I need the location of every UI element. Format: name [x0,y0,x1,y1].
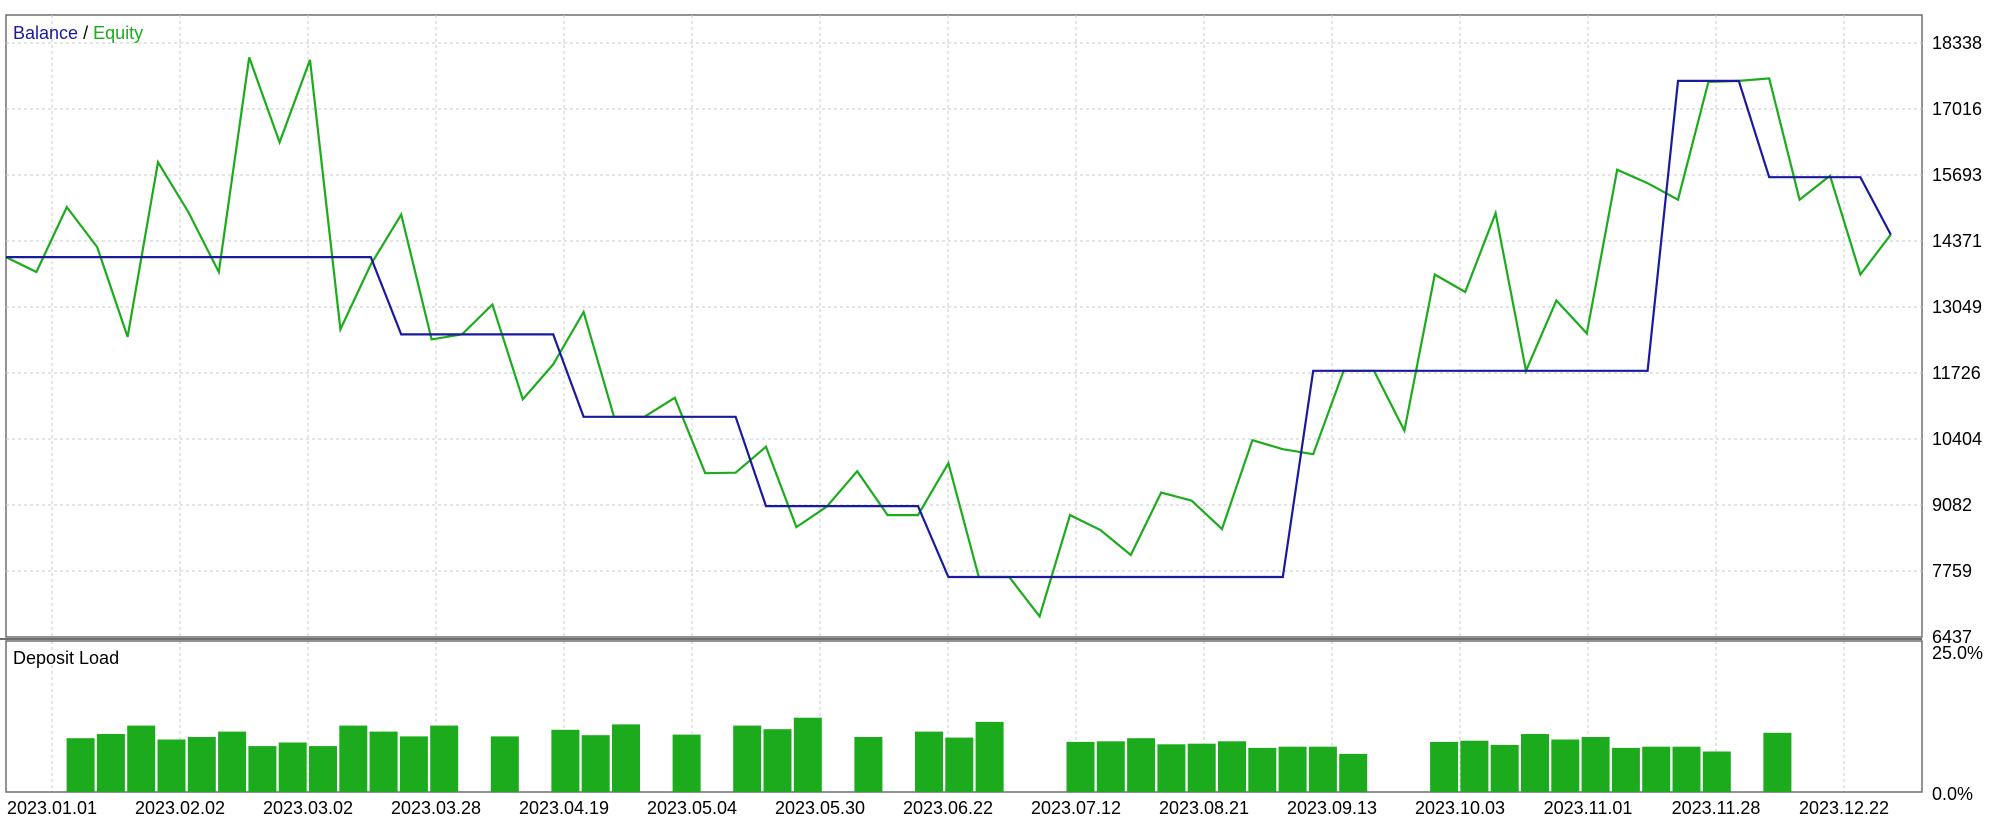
y-tick-label: 15693 [1932,165,1982,185]
x-tick-label: 2023.01.01 [7,798,97,816]
main-chart-frame [5,14,1923,638]
deposit-load-bar [1127,738,1156,792]
deposit-load-bar [1066,741,1095,792]
x-tick-label: 2023.07.12 [1031,798,1121,816]
x-tick-label: 2023.09.13 [1287,798,1377,816]
y-tick-label: 17016 [1932,99,1982,119]
deposit-load-bar [1611,747,1640,792]
deposit-load-bar [1551,739,1580,792]
deposit-load-bar [430,725,459,792]
y-tick-label: 7759 [1932,561,1972,581]
deposit-load-title: Deposit Load [13,648,119,668]
x-tick-label: 2023.02.02 [135,798,225,816]
deposit-load-bar [581,735,610,792]
x-tick-label: 2023.11.01 [1544,798,1633,816]
deposit-load-bar [399,736,428,792]
deposit-load-bar [339,725,368,792]
chart-canvas: 18338 17016 15693 14371 13049 11726 10404 9082 7… [0,0,2016,818]
deposit-load-bar [915,731,943,792]
x-tick-label: 2023.12.22 [1799,798,1889,816]
x-tick-label: 2023.04.19 [519,798,609,816]
deposit-load-bar [612,724,640,792]
deposit-load-bar [854,737,883,792]
deposit-load-bar [1460,740,1489,792]
deposit-load-bar [551,729,580,792]
legend-entry-balance: Balance [13,23,78,43]
deposit-load-bar [945,737,974,792]
deposit-load-bar [763,729,792,792]
deposit-load-bar [1581,737,1610,792]
deposit-load-bar [490,736,519,792]
deposit-load-bar [1430,741,1459,792]
deposit-load-bar [1096,741,1125,792]
deposit-load-bar [157,739,186,792]
legend-entry-equity: Equity [93,23,143,43]
legend-separator: / [78,23,93,43]
x-tick-label: 2023.11.28 [1672,798,1761,816]
x-tick-label: 2023.06.22 [903,798,993,816]
x-tick-label: 2023.05.30 [775,798,865,816]
deposit-load-bar [1702,751,1731,792]
deposit-load-bar [218,731,247,792]
deposit-load-bar [1521,734,1549,792]
deposit-load-bar [672,734,701,792]
deposit-load-bar [1763,732,1792,792]
deposit-load-bar [975,721,1004,792]
deposit-load-bar [309,746,337,792]
deposit-load-bar [1308,746,1337,792]
deposit-load-bar [1642,746,1671,792]
deposit-load-bar [187,737,216,792]
deposit-load-bar [1339,753,1368,792]
deposit-load-bar [96,734,125,792]
x-tick-label: 2023.05.04 [647,798,737,816]
deposit-load-bar [66,738,95,792]
x-tick-label: 2023.08.21 [1159,798,1249,816]
deposit-load-bar [733,725,762,792]
y-tick-label: 13049 [1932,297,1982,317]
deposit-load-bar [1157,744,1186,792]
y-tick-label: 14371 [1932,231,1982,251]
deposit-load-bar [1490,744,1519,792]
y-tick-label: 18338 [1932,33,1982,53]
deposit-load-bar [1248,747,1277,792]
y-tick-label: 11726 [1932,363,1981,383]
chart-legend: Balance / Equity [13,23,143,43]
balance-equity-report: 18338 17016 15693 14371 13049 11726 10404 9082 7… [0,0,2016,818]
deposit-load-bar [793,717,822,792]
deposit-load-bar [1278,746,1307,792]
deposit-load-bar [127,725,156,792]
x-tick-label: 2023.03.28 [391,798,481,816]
deposit-load-bar [369,731,398,792]
deposit-load-min-label: 0.0% [1932,784,1973,804]
y-tick-label: 10404 [1932,429,1982,449]
deposit-load-bar [248,746,277,792]
deposit-load-bar [1218,741,1246,792]
x-tick-label: 2023.10.03 [1415,798,1505,816]
deposit-load-max-label: 25.0% [1932,643,1983,663]
deposit-load-bar [1187,743,1216,792]
x-tick-label: 2023.03.02 [263,798,353,816]
y-tick-label: 9082 [1932,495,1972,515]
deposit-load-bar [278,742,307,792]
deposit-load-bar [1672,746,1701,792]
